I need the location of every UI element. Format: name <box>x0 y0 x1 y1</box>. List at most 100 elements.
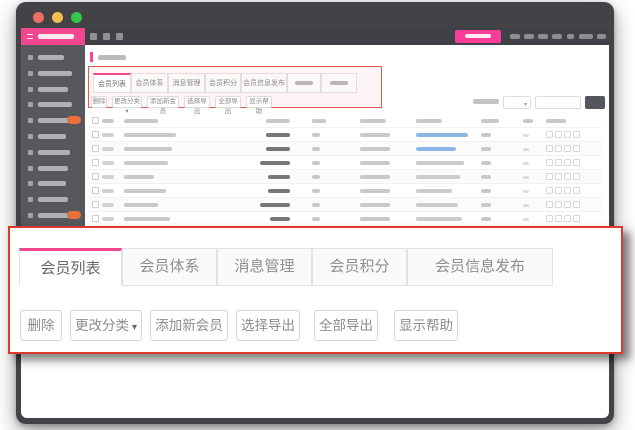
row-checkbox[interactable] <box>92 187 99 194</box>
row-action-icon[interactable] <box>564 215 571 222</box>
mini-tab-4[interactable]: 会员信息发布 <box>241 73 287 93</box>
mini-tab-2[interactable]: 消息管理 <box>168 73 205 93</box>
mini-tab-placeholder[interactable] <box>287 73 321 93</box>
mini-button-0[interactable]: 删除 <box>91 96 107 108</box>
tab-member-points[interactable]: 会员积分 <box>312 248 407 286</box>
row-checkbox[interactable] <box>92 159 99 166</box>
export-selected-button[interactable]: 选择导出 <box>236 310 300 341</box>
export-all-button[interactable]: 全部导出 <box>314 310 378 341</box>
row-action-icon[interactable] <box>564 159 571 166</box>
row-action-icon[interactable] <box>573 215 580 222</box>
sidebar-item[interactable] <box>21 166 85 178</box>
row-action-icon[interactable] <box>555 159 562 166</box>
row-action-icon[interactable] <box>573 131 580 138</box>
minimize-window-button[interactable] <box>52 12 63 23</box>
add-member-button[interactable]: 添加新会员 <box>150 310 228 341</box>
row-action-icon[interactable] <box>546 187 553 194</box>
row-action-icon[interactable] <box>564 173 571 180</box>
tab-member-info-publish[interactable]: 会员信息发布 <box>407 248 553 286</box>
header-nav-item[interactable] <box>552 34 562 39</box>
row-action-icon[interactable] <box>555 215 562 222</box>
row-checkbox[interactable] <box>92 145 99 152</box>
page-viewport: 会员列表会员体系消息管理会员积分会员信息发布删除更改分类 ▾添加新会员选择导出全… <box>21 28 609 418</box>
header-nav-item[interactable] <box>524 34 534 39</box>
sidebar-item[interactable] <box>21 197 85 209</box>
row-action-icon[interactable] <box>573 201 580 208</box>
header-nav-item[interactable] <box>538 34 548 39</box>
row-action-icon[interactable] <box>573 145 580 152</box>
mini-button-1[interactable]: 更改分类 ▾ <box>112 96 142 108</box>
mini-button-4[interactable]: 全部导出 <box>215 96 241 108</box>
cell-date-placeholder <box>360 133 390 137</box>
change-category-button[interactable]: 更改分类▾ <box>70 310 142 341</box>
mini-tab-1[interactable]: 会员体系 <box>131 73 168 93</box>
row-action-icon[interactable] <box>564 131 571 138</box>
header-toolbar-icon[interactable] <box>90 33 97 40</box>
row-action-icon[interactable] <box>546 131 553 138</box>
header-toolbar-icon[interactable] <box>103 33 110 40</box>
tab-member-system[interactable]: 会员体系 <box>122 248 217 286</box>
mini-button-2[interactable]: 添加新会员 <box>147 96 179 108</box>
sidebar-item[interactable] <box>21 55 85 67</box>
row-action-icon[interactable] <box>555 145 562 152</box>
tab-message-management[interactable]: 消息管理 <box>217 248 312 286</box>
header-nav-item[interactable] <box>597 34 606 39</box>
cell-date-placeholder <box>360 217 390 221</box>
header-nav-item[interactable] <box>510 34 520 39</box>
sidebar-item[interactable] <box>21 213 85 225</box>
row-action-icon[interactable] <box>546 173 553 180</box>
header-nav-item[interactable] <box>579 34 593 39</box>
row-action-icon[interactable] <box>564 145 571 152</box>
column-header-placeholder <box>102 119 114 123</box>
mini-search-button[interactable] <box>585 96 605 109</box>
mini-button-3[interactable]: 选择导出 <box>184 96 210 108</box>
delete-button[interactable]: 删除 <box>20 310 62 341</box>
row-action-icon[interactable] <box>555 131 562 138</box>
sidebar-item[interactable] <box>21 71 85 83</box>
row-checkbox[interactable] <box>92 131 99 138</box>
sidebar-item[interactable] <box>21 87 85 99</box>
sidebar-item[interactable] <box>21 150 85 162</box>
sidebar-item[interactable] <box>21 134 85 146</box>
header-primary-button[interactable] <box>455 30 501 43</box>
mini-tab-placeholder[interactable] <box>321 73 357 93</box>
row-action-icon[interactable] <box>573 173 580 180</box>
row-action-icon[interactable] <box>546 215 553 222</box>
mini-filter-select[interactable]: ▾ <box>503 96 531 109</box>
row-action-icon[interactable] <box>573 159 580 166</box>
row-action-icon[interactable] <box>555 173 562 180</box>
cell-name-placeholder <box>124 217 170 221</box>
row-action-icon[interactable] <box>555 187 562 194</box>
mini-tab-3[interactable]: 会员积分 <box>205 73 241 93</box>
header-toolbar-icon[interactable] <box>116 33 123 40</box>
row-checkbox[interactable] <box>92 173 99 180</box>
table-header-row <box>88 115 602 127</box>
row-action-icon[interactable] <box>546 145 553 152</box>
row-checkbox[interactable] <box>92 201 99 208</box>
row-checkbox[interactable] <box>92 215 99 222</box>
mini-search-input[interactable] <box>535 96 581 109</box>
header-nav-item[interactable] <box>567 34 574 39</box>
show-help-button[interactable]: 显示帮助 <box>394 310 458 341</box>
mini-button-5[interactable]: 显示帮助 <box>246 96 272 108</box>
row-action-icon[interactable] <box>546 159 553 166</box>
row-action-icon[interactable] <box>555 201 562 208</box>
sidebar-item-icon <box>28 55 33 60</box>
cell-date-placeholder <box>360 189 390 193</box>
tab-member-list[interactable]: 会员列表 <box>19 248 122 286</box>
cell-email-link[interactable] <box>416 133 468 137</box>
cell-email-link[interactable] <box>416 147 456 151</box>
mini-tab-0[interactable]: 会员列表 <box>93 73 131 93</box>
row-action-icon[interactable] <box>546 201 553 208</box>
row-action-icon[interactable] <box>573 187 580 194</box>
page-title-placeholder <box>98 55 126 60</box>
row-action-icon[interactable] <box>564 187 571 194</box>
sidebar-item[interactable] <box>21 118 85 130</box>
sidebar-item[interactable] <box>21 181 85 193</box>
app-logo[interactable] <box>21 28 85 45</box>
sidebar-item[interactable] <box>21 102 85 114</box>
row-action-icon[interactable] <box>564 201 571 208</box>
select-all-checkbox[interactable] <box>92 117 99 124</box>
close-window-button[interactable] <box>33 12 44 23</box>
zoom-window-button[interactable] <box>71 12 82 23</box>
